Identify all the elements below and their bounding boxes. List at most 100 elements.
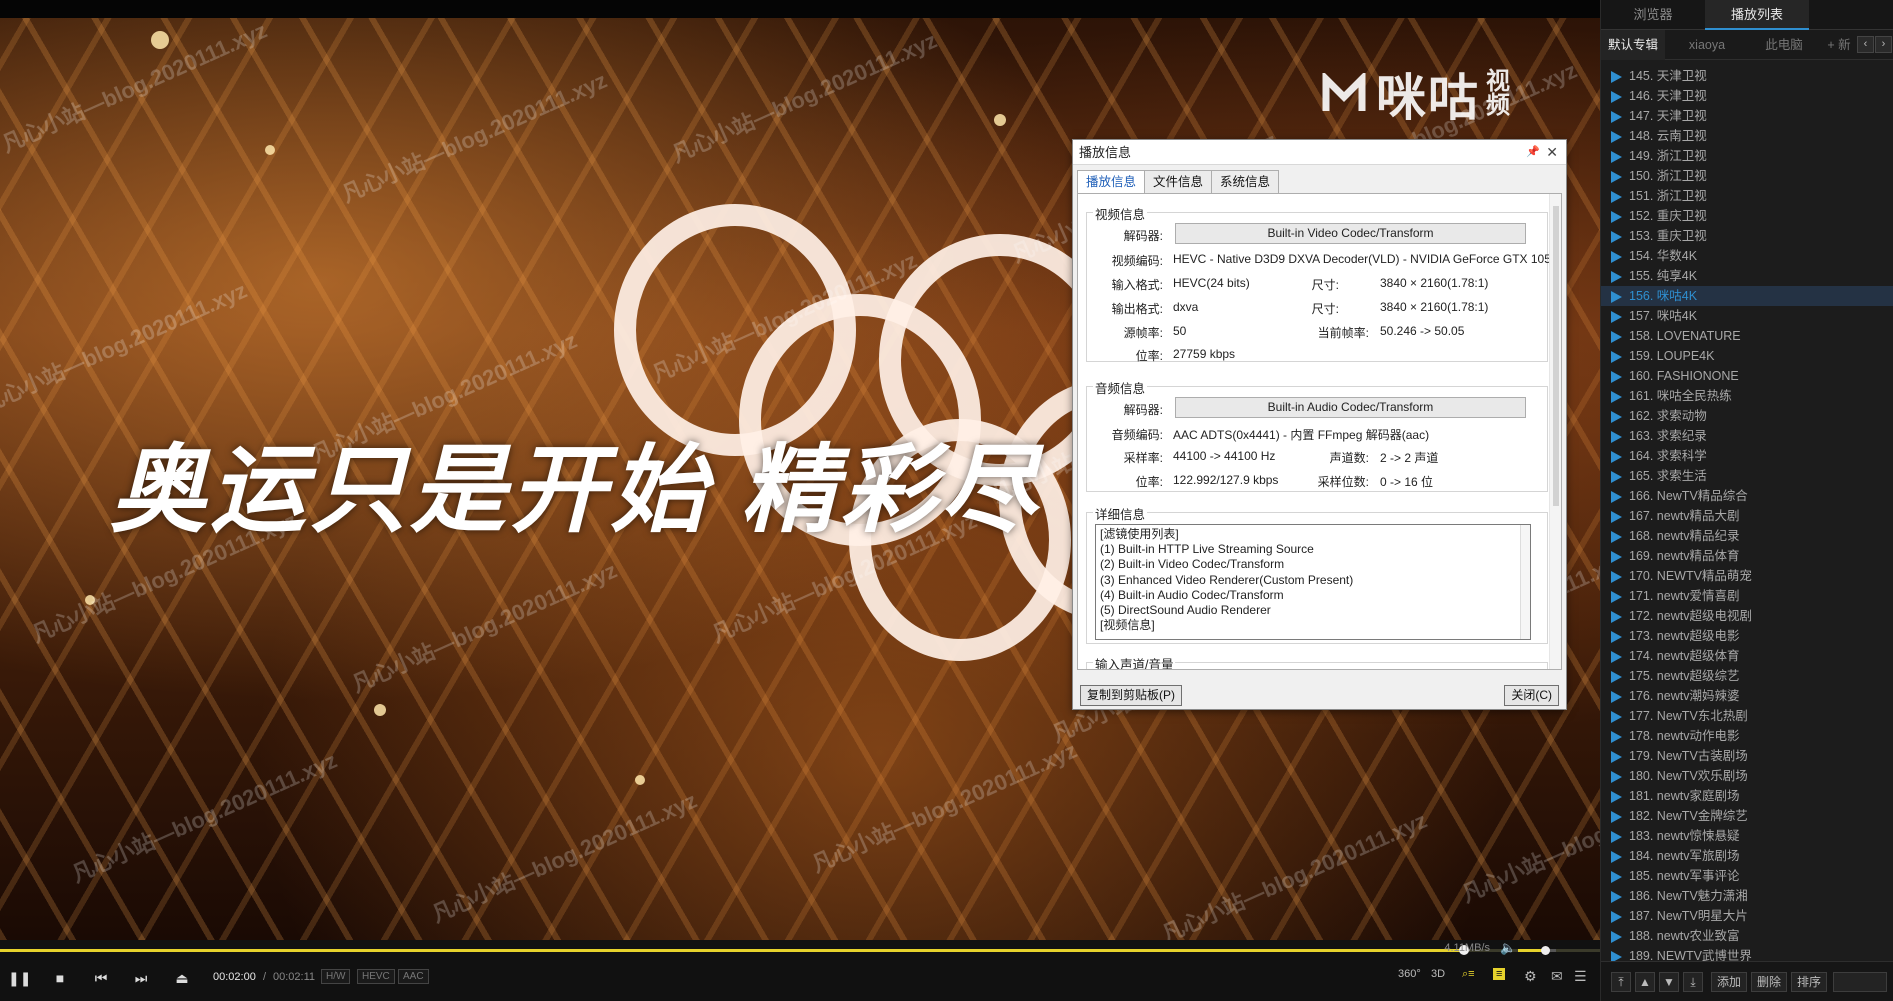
album-tab-default[interactable]: 默认专辑 (1601, 30, 1665, 60)
playlist-item[interactable]: 152. 重庆卫视 (1601, 206, 1893, 226)
playlist-item[interactable]: 164. 求索科学 (1601, 446, 1893, 466)
settings-gear-icon[interactable]: ⚙ (1524, 968, 1537, 985)
playlist-item[interactable]: 186. NewTV魅力潇湘 (1601, 886, 1893, 906)
delete-button[interactable]: 删除 (1751, 972, 1787, 992)
tab-file-info[interactable]: 文件信息 (1144, 170, 1213, 193)
playlist-item[interactable]: 161. 咪咕全民热练 (1601, 386, 1893, 406)
copy-to-clipboard-button[interactable]: 复制到剪贴板(P) (1080, 685, 1182, 706)
playlist-item[interactable]: 182. NewTV金牌综艺 (1601, 806, 1893, 826)
playlist-search-input[interactable] (1833, 972, 1887, 992)
playlist-item[interactable]: 184. newtv军旅剧场 (1601, 846, 1893, 866)
playlist-item[interactable]: 169. newtv精品体育 (1601, 546, 1893, 566)
playlist-item[interactable]: 160. FASHIONONE (1601, 366, 1893, 386)
play-triangle-icon (1611, 631, 1622, 643)
previous-icon[interactable]: ⏮ (90, 967, 112, 989)
video-decoder-field[interactable]: Built-in Video Codec/Transform (1175, 223, 1526, 244)
playlist-item[interactable]: 172. newtv超级电视剧 (1601, 606, 1893, 626)
playlist-item[interactable]: 185. newtv军事评论 (1601, 866, 1893, 886)
playlist-item[interactable]: 167. newtv精品大剧 (1601, 506, 1893, 526)
volume-slider-handle[interactable] (1540, 946, 1550, 955)
playlist-item[interactable]: 157. 咪咕4K (1601, 306, 1893, 326)
dialog-scrollbar-thumb[interactable] (1553, 206, 1559, 506)
migu-logo-text: 咪咕 (1376, 70, 1480, 126)
playlist-item[interactable]: 156. 咪咕4K (1601, 286, 1893, 306)
playlist-item[interactable]: 178. newtv动作电影 (1601, 726, 1893, 746)
playlist-item[interactable]: 175. newtv超级综艺 (1601, 666, 1893, 686)
video-codec-badge[interactable]: HEVC (357, 969, 395, 984)
playlist-item[interactable]: 155. 纯享4K (1601, 266, 1893, 286)
playlist-item[interactable]: 145. 天津卫视 (1601, 66, 1893, 86)
playlist-item[interactable]: 188. newtv农业致富 (1601, 926, 1893, 946)
tab-playback-info[interactable]: 播放信息 (1077, 170, 1146, 194)
vr360-toggle[interactable]: 360° (1398, 968, 1421, 980)
play-triangle-icon (1611, 611, 1622, 623)
dialog-titlebar[interactable]: 播放信息 📌 ✕ (1073, 140, 1566, 165)
playlist-item[interactable]: 153. 重庆卫视 (1601, 226, 1893, 246)
pin-icon[interactable]: 📌 (1526, 140, 1540, 165)
playlist-item[interactable]: 179. NewTV古装剧场 (1601, 746, 1893, 766)
detail-info-title: 详细信息 (1093, 504, 1148, 523)
playlist-item[interactable]: 166. NewTV精品综合 (1601, 486, 1893, 506)
album-tab-xiaoya[interactable]: xiaoya (1665, 30, 1749, 60)
next-icon[interactable]: ⏭ (130, 967, 152, 989)
playlist-item[interactable]: 165. 求索生活 (1601, 466, 1893, 486)
volume-slider[interactable] (1518, 946, 1556, 955)
hw-badge[interactable]: H/W (321, 969, 351, 984)
close-icon[interactable]: ✕ (1546, 140, 1558, 165)
playlist-item[interactable]: 180. NewTV欢乐剧场 (1601, 766, 1893, 786)
playlist-item[interactable]: 147. 天津卫视 (1601, 106, 1893, 126)
menu-icon[interactable]: ☰ (1574, 968, 1587, 985)
playlist-item[interactable]: 176. newtv潮妈辣婆 (1601, 686, 1893, 706)
play-triangle-icon (1611, 71, 1622, 83)
subtitle-icon[interactable]: ≡ (1493, 968, 1506, 980)
playlist-item[interactable]: 177. NewTV东北热剧 (1601, 706, 1893, 726)
move-up-icon[interactable]: ▲ (1635, 972, 1655, 992)
volume-icon[interactable]: 🔈 (1500, 940, 1516, 956)
playlist-item[interactable]: 183. newtv惊悚悬疑 (1601, 826, 1893, 846)
stop-icon[interactable]: ■ (49, 967, 71, 989)
playlist-item[interactable]: 174. newtv超级体育 (1601, 646, 1893, 666)
playlist-item[interactable]: 150. 浙江卫视 (1601, 166, 1893, 186)
tab-system-info[interactable]: 系统信息 (1211, 170, 1280, 193)
playlist-item[interactable]: 187. NewTV明星大片 (1601, 906, 1893, 926)
playlist-item[interactable]: 146. 天津卫视 (1601, 86, 1893, 106)
playlist-item[interactable]: 171. newtv爱情喜剧 (1601, 586, 1893, 606)
move-top-icon[interactable]: ⤒ (1611, 972, 1631, 992)
3d-toggle[interactable]: 3D (1431, 968, 1445, 980)
audio-decoder-field[interactable]: Built-in Audio Codec/Transform (1175, 397, 1526, 418)
playlist-item[interactable]: 168. newtv精品纪录 (1601, 526, 1893, 546)
playlist-item[interactable]: 173. newtv超级电影 (1601, 626, 1893, 646)
playlist-item[interactable]: 148. 云南卫视 (1601, 126, 1893, 146)
filter-list-textbox[interactable]: [滤镜使用列表] (1) Built-in HTTP Live Streamin… (1095, 524, 1531, 640)
chat-icon[interactable]: ✉ (1551, 968, 1563, 985)
move-down-icon[interactable]: ▼ (1659, 972, 1679, 992)
sort-button[interactable]: 排序 (1791, 972, 1827, 992)
move-bottom-icon[interactable]: ⤓ (1683, 972, 1703, 992)
chevron-left-icon[interactable]: ‹ (1857, 36, 1874, 53)
playlist-item[interactable]: 151. 浙江卫视 (1601, 186, 1893, 206)
eject-icon[interactable]: ⏏ (171, 967, 193, 989)
seek-bar[interactable] (0, 945, 1600, 955)
add-album-button[interactable]: + 新 (1821, 30, 1857, 60)
playlist-item[interactable]: 159. LOUPE4K (1601, 346, 1893, 366)
audio-codec-badge[interactable]: AAC (398, 969, 429, 984)
dialog-scrollbar[interactable] (1549, 194, 1561, 669)
tab-playlist[interactable]: 播放列表 (1705, 0, 1809, 30)
chevron-right-icon[interactable]: › (1875, 36, 1892, 53)
album-tab-this-pc[interactable]: 此电脑 (1749, 30, 1819, 60)
playlist-item[interactable]: 158. LOVENATURE (1601, 326, 1893, 346)
playlist-item[interactable]: 163. 求索纪录 (1601, 426, 1893, 446)
playlist-item[interactable]: 170. NEWTV精品萌宠 (1601, 566, 1893, 586)
close-button[interactable]: 关闭(C) (1504, 685, 1559, 706)
playlist-item[interactable]: 181. newtv家庭剧场 (1601, 786, 1893, 806)
playlist-search-icon[interactable]: ⌕≡ (1462, 968, 1475, 981)
add-button[interactable]: 添加 (1711, 972, 1747, 992)
playlist-item[interactable]: 154. 华数4K (1601, 246, 1893, 266)
tab-browser[interactable]: 浏览器 (1601, 0, 1705, 30)
playlist-item[interactable]: 162. 求索动物 (1601, 406, 1893, 426)
playlist-item[interactable]: 149. 浙江卫视 (1601, 146, 1893, 166)
playlist-item[interactable]: 189. NEWTV武博世界 (1601, 946, 1893, 961)
filter-list-scrollbar[interactable] (1520, 525, 1530, 639)
sample-bits-label: 采样位数: (1317, 475, 1369, 489)
pause-icon[interactable]: ❚❚ (8, 967, 31, 989)
